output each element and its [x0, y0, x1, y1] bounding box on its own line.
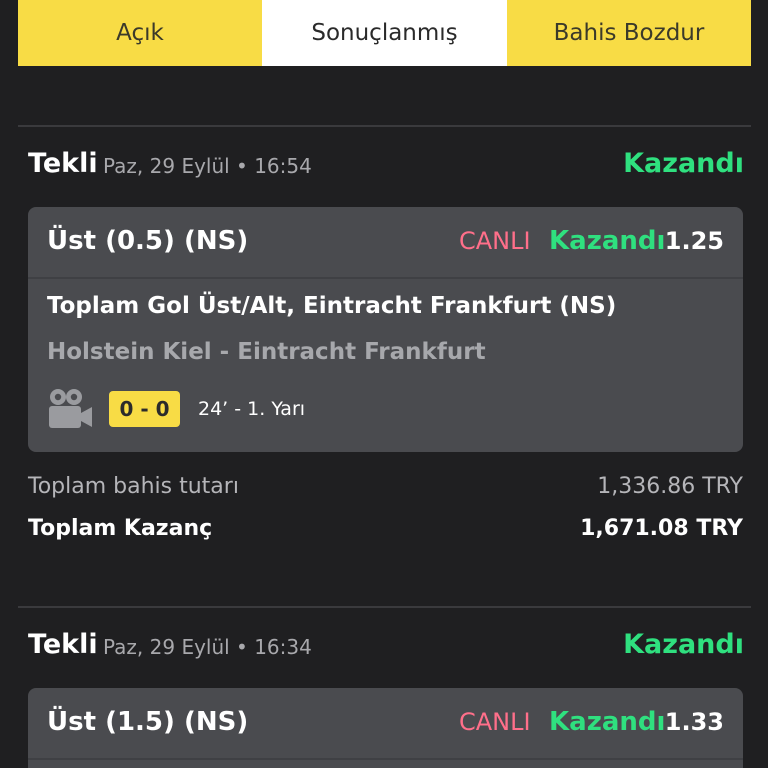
bet-date: Paz, 29 Eylül • 16:54: [103, 154, 312, 178]
total-stake-value: 1,336.86 TRY: [597, 474, 743, 499]
total-win-row: Toplam Kazanç 1,671.08 TRY: [28, 511, 743, 547]
bet-status: Kazandı: [623, 629, 744, 660]
selection-result: Kazandı: [549, 707, 666, 737]
total-stake-row: Toplam bahis tutarı 1,336.86 TRY: [28, 469, 743, 505]
live-badge: CANLI: [459, 708, 531, 736]
total-win-value: 1,671.08 TRY: [580, 516, 743, 541]
selection-result: Kazandı: [549, 226, 666, 256]
selection-odds: 1.25: [664, 227, 724, 255]
selection-name: Üst (1.5) (NS): [47, 707, 249, 737]
live-score: 0 - 0: [109, 391, 180, 427]
selection-odds: 1.33: [664, 708, 724, 736]
video-camera-icon[interactable]: [47, 387, 93, 431]
selection-row: Üst (1.5) (NS) CANLI Kazandı 1.33: [28, 688, 743, 760]
selection-name: Üst (0.5) (NS): [47, 226, 249, 256]
total-stake-label: Toplam bahis tutarı: [28, 474, 239, 499]
bet-header: Tekli Paz, 29 Eylül • 16:34 Kazandı: [28, 625, 744, 665]
tab-settled[interactable]: Sonuçlanmış: [262, 0, 507, 66]
bet-type: Tekli: [28, 629, 98, 660]
bet-history-page: Açık Sonuçlanmış Bahis Bozdur Tekli Paz,…: [0, 0, 768, 768]
selection-row: Üst (0.5) (NS) CANLI Kazandı 1.25: [28, 207, 743, 279]
total-win-label: Toplam Kazanç: [28, 516, 213, 541]
bet-status: Kazandı: [623, 148, 744, 179]
live-badge: CANLI: [459, 227, 531, 255]
section-divider: [18, 606, 751, 608]
event-details: Toplam Gol Üst/Alt, Eintracht Frankfurt …: [28, 279, 743, 452]
bet-tabs: Açık Sonuçlanmış Bahis Bozdur: [18, 0, 751, 66]
market-name: Toplam Gol Üst/Alt, Eintracht Frankfurt …: [47, 293, 617, 319]
tab-cash-out[interactable]: Bahis Bozdur: [507, 0, 751, 66]
bet-header: Tekli Paz, 29 Eylül • 16:54 Kazandı: [28, 144, 744, 184]
bet-card[interactable]: Üst (0.5) (NS) CANLI Kazandı 1.25 Toplam…: [28, 207, 743, 452]
bet-type: Tekli: [28, 148, 98, 179]
tab-open[interactable]: Açık: [18, 0, 262, 66]
section-divider: [18, 125, 751, 127]
bet-date: Paz, 29 Eylül • 16:34: [103, 635, 312, 659]
match-minute: 24’ - 1. Yarı: [198, 398, 306, 420]
event-teams[interactable]: Holstein Kiel - Eintracht Frankfurt: [47, 339, 486, 365]
bet-card[interactable]: Üst (1.5) (NS) CANLI Kazandı 1.33: [28, 688, 743, 768]
